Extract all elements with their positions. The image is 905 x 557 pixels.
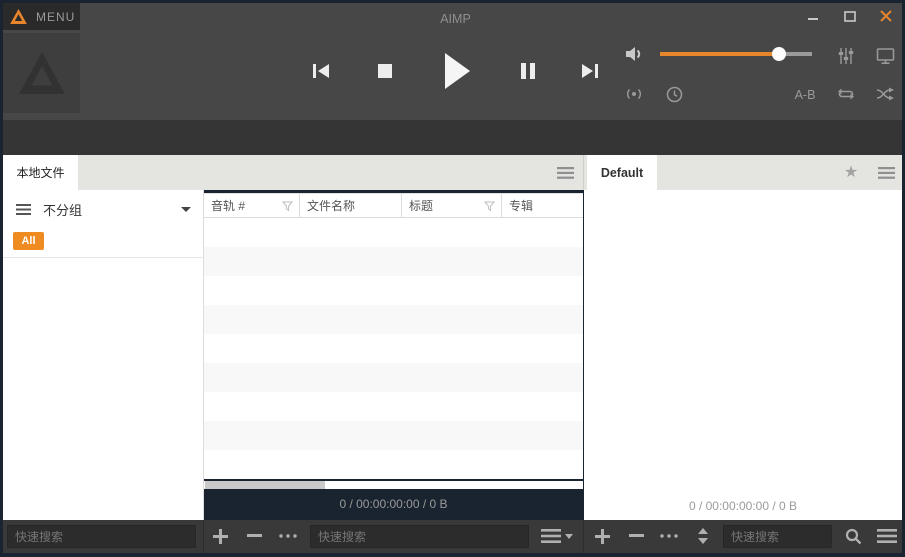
toolbar-separator — [583, 520, 584, 553]
next-icon — [580, 62, 600, 80]
minimize-icon — [808, 11, 819, 21]
album-art[interactable] — [3, 33, 80, 113]
grouping-dropdown[interactable]: 不分组 — [3, 195, 203, 223]
volume-thumb[interactable] — [772, 47, 786, 61]
sort-button[interactable] — [689, 522, 717, 550]
tab-local-files[interactable]: 本地文件 — [3, 155, 78, 190]
library-status-text: 0 / 00:00:00:00 / 0 B — [204, 497, 583, 511]
scrollbar-thumb[interactable] — [205, 481, 325, 489]
previous-button[interactable] — [307, 59, 335, 83]
list-view-icon — [541, 529, 561, 543]
tree-separator — [3, 257, 203, 258]
stop-button[interactable] — [371, 59, 399, 83]
repeat-button[interactable] — [832, 84, 860, 104]
hamburger-icon — [877, 529, 897, 543]
playlist-panel[interactable] — [584, 190, 902, 520]
remove-group-button[interactable] — [240, 522, 268, 550]
tab-playlist-default[interactable]: Default — [587, 155, 657, 190]
minimize-button[interactable] — [798, 5, 828, 27]
next-button[interactable] — [576, 59, 604, 83]
toolbar-separator — [203, 520, 204, 553]
playlist-search-input[interactable] — [723, 525, 832, 548]
mute-button[interactable] — [622, 43, 646, 65]
pause-button[interactable] — [514, 59, 542, 83]
grouping-label: 不分组 — [43, 200, 82, 219]
maximize-button[interactable] — [835, 5, 865, 27]
playlist-more-button[interactable] — [655, 522, 683, 550]
group-all-item[interactable]: All — [13, 232, 44, 250]
plus-icon — [213, 529, 228, 544]
volume-slider[interactable] — [660, 43, 812, 65]
add-files-button[interactable] — [588, 522, 616, 550]
equalizer-icon — [837, 47, 855, 65]
find-button[interactable] — [839, 522, 867, 550]
more-dots-icon — [660, 534, 678, 538]
waveform-seekbar[interactable] — [3, 120, 902, 155]
close-button[interactable] — [871, 5, 901, 27]
playlist-status-text: 0 / 00:00:00:00 / 0 B — [584, 499, 902, 513]
album-placeholder-triangle-icon — [19, 52, 65, 94]
previous-icon — [311, 62, 331, 80]
sort-up-down-icon — [698, 528, 708, 544]
window-title: AIMP — [303, 6, 608, 33]
aimp-window: AIMP MENU — [0, 0, 905, 557]
speaker-icon — [624, 45, 644, 63]
bookmark-star-icon[interactable]: ★ — [840, 161, 862, 183]
table-header: 音轨 # 文件名称 标题 专辑 — [204, 193, 583, 218]
library-tabbar-menu-button[interactable] — [552, 163, 578, 183]
radio-broadcast-icon — [624, 86, 644, 102]
sleep-timer-button[interactable] — [663, 84, 685, 104]
column-album[interactable]: 专辑 — [502, 194, 583, 217]
maximize-icon — [844, 11, 856, 22]
hamburger-icon — [878, 167, 895, 179]
radio-capture-button[interactable] — [622, 84, 646, 104]
stop-icon — [377, 63, 393, 79]
more-dots-icon — [279, 534, 297, 538]
menu-label: MENU — [36, 10, 75, 24]
column-track-number[interactable]: 音轨 # — [204, 194, 300, 217]
ab-repeat-button[interactable]: A-B — [788, 86, 822, 104]
plus-icon — [595, 529, 610, 544]
track-table-body[interactable] — [204, 218, 583, 479]
pause-icon — [520, 62, 536, 80]
add-group-button[interactable] — [206, 522, 234, 550]
hamburger-icon — [557, 167, 574, 179]
volume-fill — [660, 52, 779, 56]
monitor-icon — [876, 47, 895, 65]
search-icon — [845, 528, 862, 545]
minus-icon — [247, 534, 262, 538]
tree-search-input[interactable] — [7, 525, 196, 548]
grouping-icon — [16, 204, 31, 215]
toolbar-menu-button[interactable] — [873, 522, 901, 550]
horizontal-scrollbar[interactable] — [204, 481, 583, 489]
repeat-icon — [836, 86, 856, 102]
remove-files-button[interactable] — [622, 522, 650, 550]
column-title[interactable]: 标题 — [402, 194, 502, 217]
play-button[interactable] — [437, 49, 477, 93]
main-menu-button[interactable]: MENU — [3, 3, 80, 30]
titlebar[interactable]: AIMP — [3, 3, 902, 30]
view-menu-button[interactable] — [539, 522, 575, 550]
shuffle-button[interactable] — [871, 84, 899, 104]
equalizer-button[interactable] — [832, 45, 860, 67]
close-icon — [880, 10, 892, 22]
library-search-input[interactable] — [310, 525, 529, 548]
chevron-down-icon — [565, 534, 573, 539]
chevron-down-icon — [181, 207, 191, 212]
filter-funnel-icon[interactable] — [282, 201, 293, 212]
clock-icon — [666, 86, 683, 103]
library-tabbar — [3, 155, 583, 190]
library-more-button[interactable] — [274, 522, 302, 550]
shuffle-icon — [875, 86, 895, 102]
playlist-menu-button[interactable] — [874, 163, 898, 183]
filter-funnel-icon[interactable] — [484, 201, 495, 212]
column-filename[interactable]: 文件名称 — [300, 194, 402, 217]
minus-icon — [629, 534, 644, 538]
visualization-button[interactable] — [871, 45, 899, 67]
play-icon — [443, 52, 471, 90]
aimp-logo-icon — [10, 9, 27, 24]
